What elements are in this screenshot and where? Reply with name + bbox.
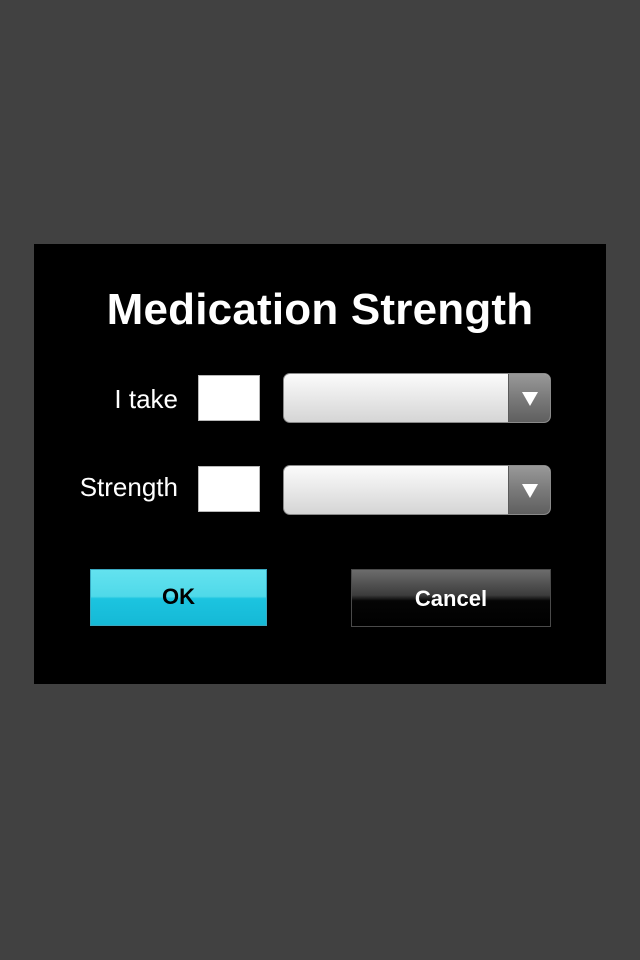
i-take-unit-select[interactable] (283, 373, 551, 423)
cancel-button[interactable]: Cancel (351, 569, 551, 627)
strength-quantity-input[interactable] (198, 466, 260, 512)
i-take-dropdown-button[interactable] (508, 374, 550, 422)
strength-label: Strength (79, 472, 178, 502)
strength-dropdown-button[interactable] (508, 466, 550, 514)
i-take-quantity-input[interactable] (198, 375, 260, 421)
strength-unit-select[interactable] (283, 465, 551, 515)
dialog-title: Medication Strength (106, 285, 534, 334)
chevron-down-icon (522, 484, 538, 498)
chevron-down-icon (522, 392, 538, 406)
i-take-label: I take (114, 384, 178, 414)
ok-button[interactable]: OK (90, 569, 267, 626)
